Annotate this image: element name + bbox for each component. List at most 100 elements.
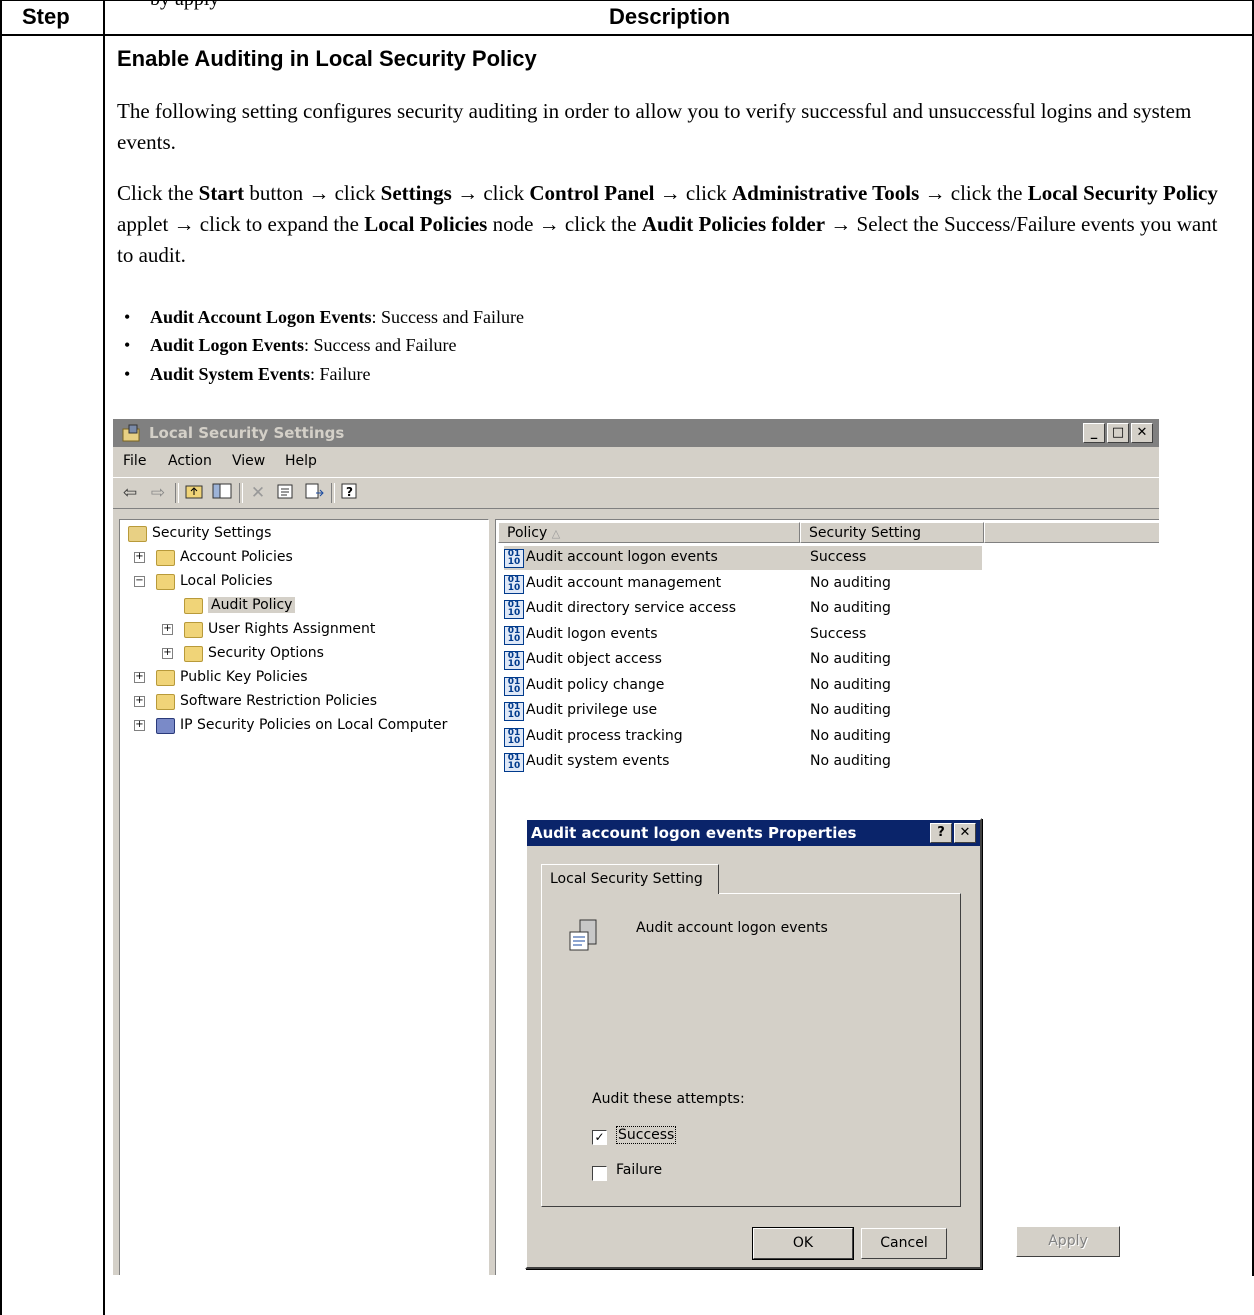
show-hide-tree-icon[interactable] xyxy=(211,482,233,504)
dialog-close-icon[interactable]: ✕ xyxy=(954,823,976,843)
policy-setting: No auditing xyxy=(810,600,891,616)
expand-icon[interactable]: + xyxy=(134,552,145,563)
up-folder-icon[interactable] xyxy=(183,482,205,504)
dialog-titlebar: Audit account logon events Properties ? … xyxy=(527,820,980,846)
failure-label[interactable]: Failure xyxy=(616,1162,662,1178)
properties-icon[interactable] xyxy=(275,482,297,504)
apply-button[interactable]: Apply xyxy=(1016,1226,1120,1257)
failure-checkbox[interactable] xyxy=(592,1166,607,1181)
lock-folder-icon xyxy=(184,646,203,662)
policy-setting: No auditing xyxy=(810,753,891,769)
instruction-bold-term: Administrative Tools xyxy=(731,181,920,205)
policy-row[interactable]: 01 10 Audit account logon events Success xyxy=(504,546,982,570)
cancel-button[interactable]: Cancel xyxy=(861,1228,947,1259)
success-label[interactable]: Success xyxy=(616,1126,677,1144)
policy-name: Audit process tracking xyxy=(526,727,683,744)
instruction-bold-term: Control Panel xyxy=(529,181,655,205)
toolbar: ⇦ ⇨ ✕ ? xyxy=(113,477,1159,509)
instruction-text: button → click xyxy=(244,181,381,205)
success-checkbox[interactable]: ✓ xyxy=(592,1130,607,1145)
audit-policy-icon: 01 10 xyxy=(504,549,524,568)
policy-setting: No auditing xyxy=(810,676,891,693)
policy-row[interactable]: 01 10 Audit system events No auditing xyxy=(504,750,982,774)
instruction-text: → click the xyxy=(919,181,1028,205)
policy-setting: No auditing xyxy=(810,727,891,744)
menu-action[interactable]: Action xyxy=(168,453,212,469)
policy-setting: No auditing xyxy=(810,574,891,591)
column-header-policy[interactable]: Policy △ xyxy=(498,522,800,543)
security-settings-icon xyxy=(128,526,147,542)
column-header-empty xyxy=(984,522,1159,543)
instruction-bold-term: Start xyxy=(198,181,245,205)
dialog-policy-name: Audit account logon events xyxy=(636,920,828,936)
dialog-title: Audit account logon events Properties xyxy=(531,824,857,842)
help-icon[interactable]: ? xyxy=(339,482,361,504)
audit-policy-icon: 01 10 xyxy=(504,625,524,645)
menu-view[interactable]: View xyxy=(232,453,265,469)
lock-folder-icon xyxy=(156,574,175,590)
lock-folder-icon xyxy=(184,598,203,614)
policy-row[interactable]: 01 10 Audit policy change No auditing xyxy=(504,674,982,698)
window-titlebar: Local Security Settings _ □ ✕ xyxy=(113,419,1159,447)
instruction-text: → click xyxy=(654,181,732,205)
instruction-text: applet → click to expand the xyxy=(117,212,365,236)
delete-icon[interactable]: ✕ xyxy=(247,482,269,504)
audit-policy-icon: 01 10 xyxy=(504,574,524,594)
security-settings-app-icon xyxy=(122,424,140,442)
table-border-top xyxy=(0,0,1254,1)
audit-policy-icon: 01 10 xyxy=(504,676,524,696)
ip-security-icon xyxy=(156,718,175,734)
policy-name: Audit policy change xyxy=(526,676,665,693)
help-question-icon[interactable]: ? xyxy=(930,823,952,843)
policy-scroll-icon xyxy=(569,919,597,951)
maximize-icon[interactable]: □ xyxy=(1107,423,1129,443)
folder-icon xyxy=(156,694,175,710)
description-header: Description xyxy=(609,4,731,29)
window-title: Local Security Settings xyxy=(149,424,345,442)
policy-row[interactable]: 01 10 Audit process tracking No auditing xyxy=(504,725,982,749)
minimize-icon[interactable]: _ xyxy=(1083,423,1105,443)
table-column-divider xyxy=(103,0,105,1315)
policy-name: Audit system events xyxy=(526,753,670,769)
ok-button[interactable]: OK xyxy=(753,1228,853,1259)
expand-icon[interactable]: + xyxy=(134,672,145,683)
expand-icon[interactable]: + xyxy=(162,648,173,659)
export-list-icon[interactable] xyxy=(303,482,325,504)
menu-file[interactable]: File xyxy=(123,453,146,469)
menu-bar: File Action View Help xyxy=(113,447,1159,475)
policy-name: Audit logon events xyxy=(526,625,658,642)
menu-help[interactable]: Help xyxy=(285,453,317,469)
policy-row[interactable]: 01 10 Audit object access No auditing xyxy=(504,648,982,672)
properties-dialog: Audit account logon events Properties ? … xyxy=(525,818,982,1269)
close-icon[interactable]: ✕ xyxy=(1131,423,1153,443)
audit-policy-icon: 01 10 xyxy=(504,600,524,619)
bullet-item: Audit Logon Events: Success and Failure xyxy=(124,333,456,357)
audit-policy-icon: 01 10 xyxy=(504,651,524,670)
folder-icon xyxy=(156,670,175,686)
policy-name: Audit object access xyxy=(526,651,662,667)
instruction-bold-term: Local Policies xyxy=(364,212,488,236)
expand-icon[interactable]: + xyxy=(134,720,145,731)
audit-policy-icon: 01 10 xyxy=(504,753,524,772)
collapse-icon[interactable]: − xyxy=(134,576,145,587)
forward-arrow-icon[interactable]: ⇨ xyxy=(147,482,169,504)
instruction-bold-term: Audit Policies folder xyxy=(641,212,826,236)
lock-folder-icon xyxy=(156,550,175,566)
policy-setting: Success xyxy=(810,549,867,565)
policy-row[interactable]: 01 10 Audit privilege use No auditing xyxy=(504,699,982,723)
column-header-security-setting[interactable]: Security Setting xyxy=(800,522,984,543)
cut-off-text: by apply xyxy=(150,0,219,11)
policy-row[interactable]: 01 10 Audit directory service access No aud… xyxy=(504,597,982,621)
audit-attempts-label: Audit these attempts: xyxy=(592,1091,745,1107)
section-title: Enable Auditing in Local Security Policy xyxy=(117,46,537,71)
back-arrow-icon[interactable]: ⇦ xyxy=(119,482,141,504)
policy-row[interactable]: 01 10 Audit logon events Success xyxy=(504,623,982,647)
tree-pane: Security Settings + Account Policies − L… xyxy=(119,519,489,1275)
policy-row[interactable]: 01 10 Audit account management No auditing xyxy=(504,572,982,596)
sort-ascending-icon: △ xyxy=(551,527,561,540)
tab-local-security-setting[interactable]: Local Security Setting xyxy=(541,864,719,894)
expand-icon[interactable]: + xyxy=(134,696,145,707)
policy-name: Audit account management xyxy=(526,574,722,591)
table-border-left xyxy=(0,0,2,1315)
expand-icon[interactable]: + xyxy=(162,624,173,635)
